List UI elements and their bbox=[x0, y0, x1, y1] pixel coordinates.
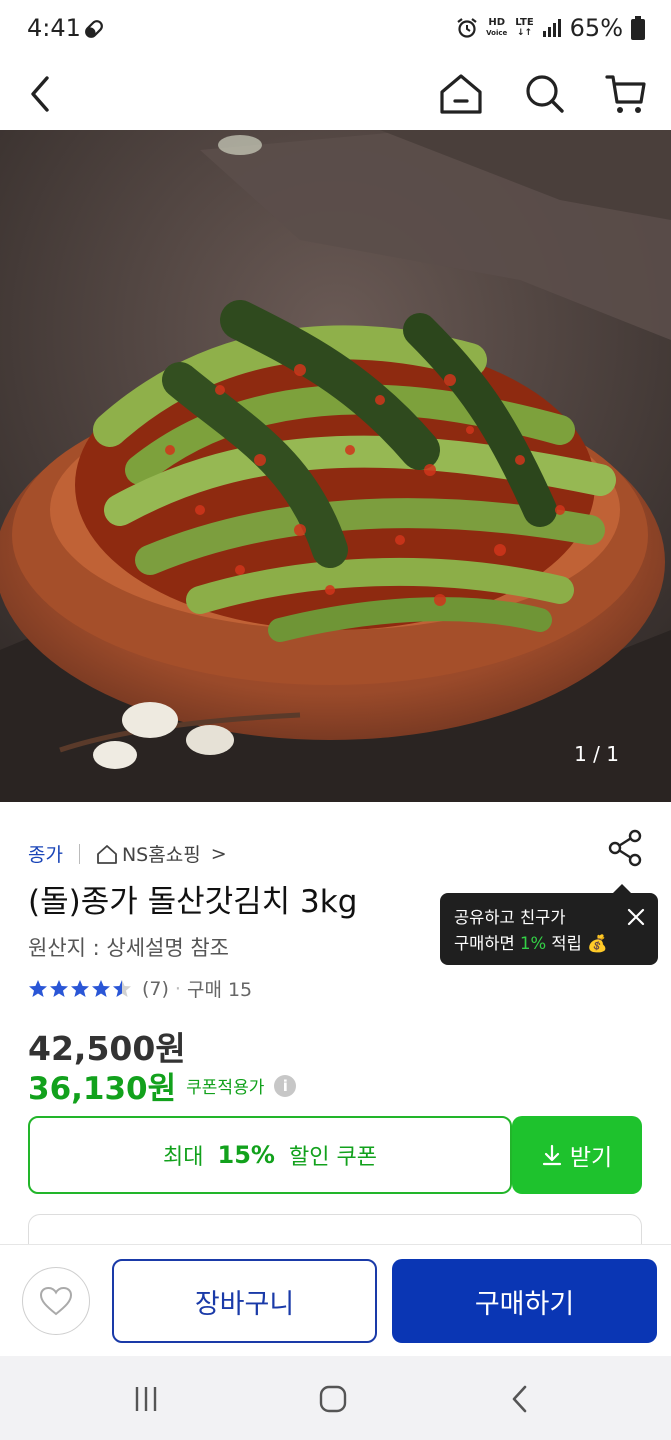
status-time: 4:41 bbox=[27, 14, 81, 42]
coupon-banner[interactable]: 최대 15% 할인 쿠폰 bbox=[28, 1116, 512, 1194]
receive-coupon-button[interactable]: 받기 bbox=[512, 1116, 642, 1194]
recent-apps-icon bbox=[135, 1387, 157, 1411]
download-icon bbox=[542, 1144, 561, 1166]
status-bar: 4:41 HD Voice LTE ↓↑ 65% bbox=[0, 0, 671, 58]
tooltip-line1: 공유하고 친구가 bbox=[454, 908, 566, 927]
review-count: (7) bbox=[142, 977, 169, 1000]
system-nav-bar bbox=[0, 1356, 671, 1440]
coupon-price-row: 36,130원 쿠폰적용가 i bbox=[28, 1063, 297, 1108]
bottom-action-bar: 장바구니 구매하기 bbox=[0, 1244, 671, 1356]
cart-icon bbox=[605, 75, 646, 113]
star-icon bbox=[29, 979, 47, 997]
divider bbox=[78, 843, 80, 864]
heart-icon bbox=[39, 1286, 73, 1316]
product-title: (돌)종가 돌산갓김치 3kg bbox=[28, 884, 358, 920]
store-link[interactable]: NS홈쇼핑 > bbox=[96, 840, 227, 867]
share-tooltip: 공유하고 친구가 구매하면 1% 적립 💰 bbox=[440, 884, 658, 965]
kimchi-photo bbox=[0, 130, 671, 802]
coupon-percent: 15% bbox=[217, 1141, 275, 1169]
alarm-icon bbox=[457, 18, 477, 38]
coupon-price-label: 쿠폰적용가 bbox=[186, 1078, 265, 1098]
coupon-suffix: 할인 쿠폰 bbox=[288, 1145, 377, 1170]
rating-row[interactable]: (7) · 구매 15 bbox=[28, 975, 252, 1002]
brand-link[interactable]: 종가 bbox=[28, 840, 63, 867]
info-icon[interactable]: i bbox=[274, 1074, 297, 1097]
dot-separator: · bbox=[174, 977, 181, 1000]
status-icons: HD Voice LTE ↓↑ 65% bbox=[456, 14, 645, 42]
home-icon bbox=[440, 74, 482, 114]
home-nav-button[interactable] bbox=[313, 1382, 353, 1416]
hd-voice-icon: HD Voice bbox=[486, 17, 508, 38]
share-icon bbox=[608, 829, 642, 867]
brand-row: 종가 NS홈쇼핑 > bbox=[28, 840, 227, 867]
back-nav-icon bbox=[512, 1385, 527, 1413]
receive-label: 받기 bbox=[569, 1145, 613, 1171]
share-button[interactable] bbox=[604, 826, 646, 870]
search-icon bbox=[526, 75, 564, 113]
battery-icon bbox=[631, 16, 645, 40]
close-icon[interactable] bbox=[626, 907, 646, 927]
wishlist-button[interactable] bbox=[22, 1267, 90, 1335]
back-button[interactable] bbox=[12, 66, 68, 122]
chevron-right-icon: > bbox=[210, 842, 227, 865]
money-bag-icon: 💰 bbox=[587, 934, 608, 953]
back-nav-button[interactable] bbox=[500, 1382, 540, 1416]
cart-button[interactable] bbox=[598, 66, 654, 122]
star-icon bbox=[92, 979, 110, 997]
lte-icon: LTE ↓↑ bbox=[515, 17, 534, 39]
coupon-prefix: 최대 bbox=[163, 1145, 204, 1170]
back-icon bbox=[31, 76, 49, 112]
star-icon bbox=[71, 979, 89, 997]
star-icon bbox=[50, 979, 68, 997]
home-outline-icon bbox=[97, 844, 117, 864]
recent-apps-button[interactable] bbox=[126, 1382, 166, 1416]
image-counter: 1 / 1 bbox=[574, 742, 619, 766]
tooltip-line2: 구매하면 1% 적립 💰 bbox=[454, 934, 608, 953]
buy-now-button[interactable]: 구매하기 bbox=[392, 1259, 657, 1343]
search-button[interactable] bbox=[517, 66, 573, 122]
pill-icon bbox=[82, 17, 106, 45]
product-image[interactable]: 1 / 1 bbox=[0, 130, 671, 802]
battery-percent: 65% bbox=[569, 14, 623, 42]
store-name: NS홈쇼핑 bbox=[121, 844, 201, 866]
add-to-cart-button[interactable]: 장바구니 bbox=[112, 1259, 377, 1343]
star-rating bbox=[28, 979, 132, 999]
signal-icon bbox=[542, 19, 561, 37]
app-header bbox=[0, 58, 671, 130]
home-nav-icon bbox=[319, 1385, 347, 1413]
origin-info: 원산지 : 상세설명 참조 bbox=[28, 936, 229, 960]
star-icon bbox=[113, 979, 131, 997]
home-button[interactable] bbox=[433, 66, 489, 122]
coupon-price: 36,130원 bbox=[28, 1071, 177, 1107]
purchase-count: 구매 15 bbox=[186, 979, 253, 1001]
